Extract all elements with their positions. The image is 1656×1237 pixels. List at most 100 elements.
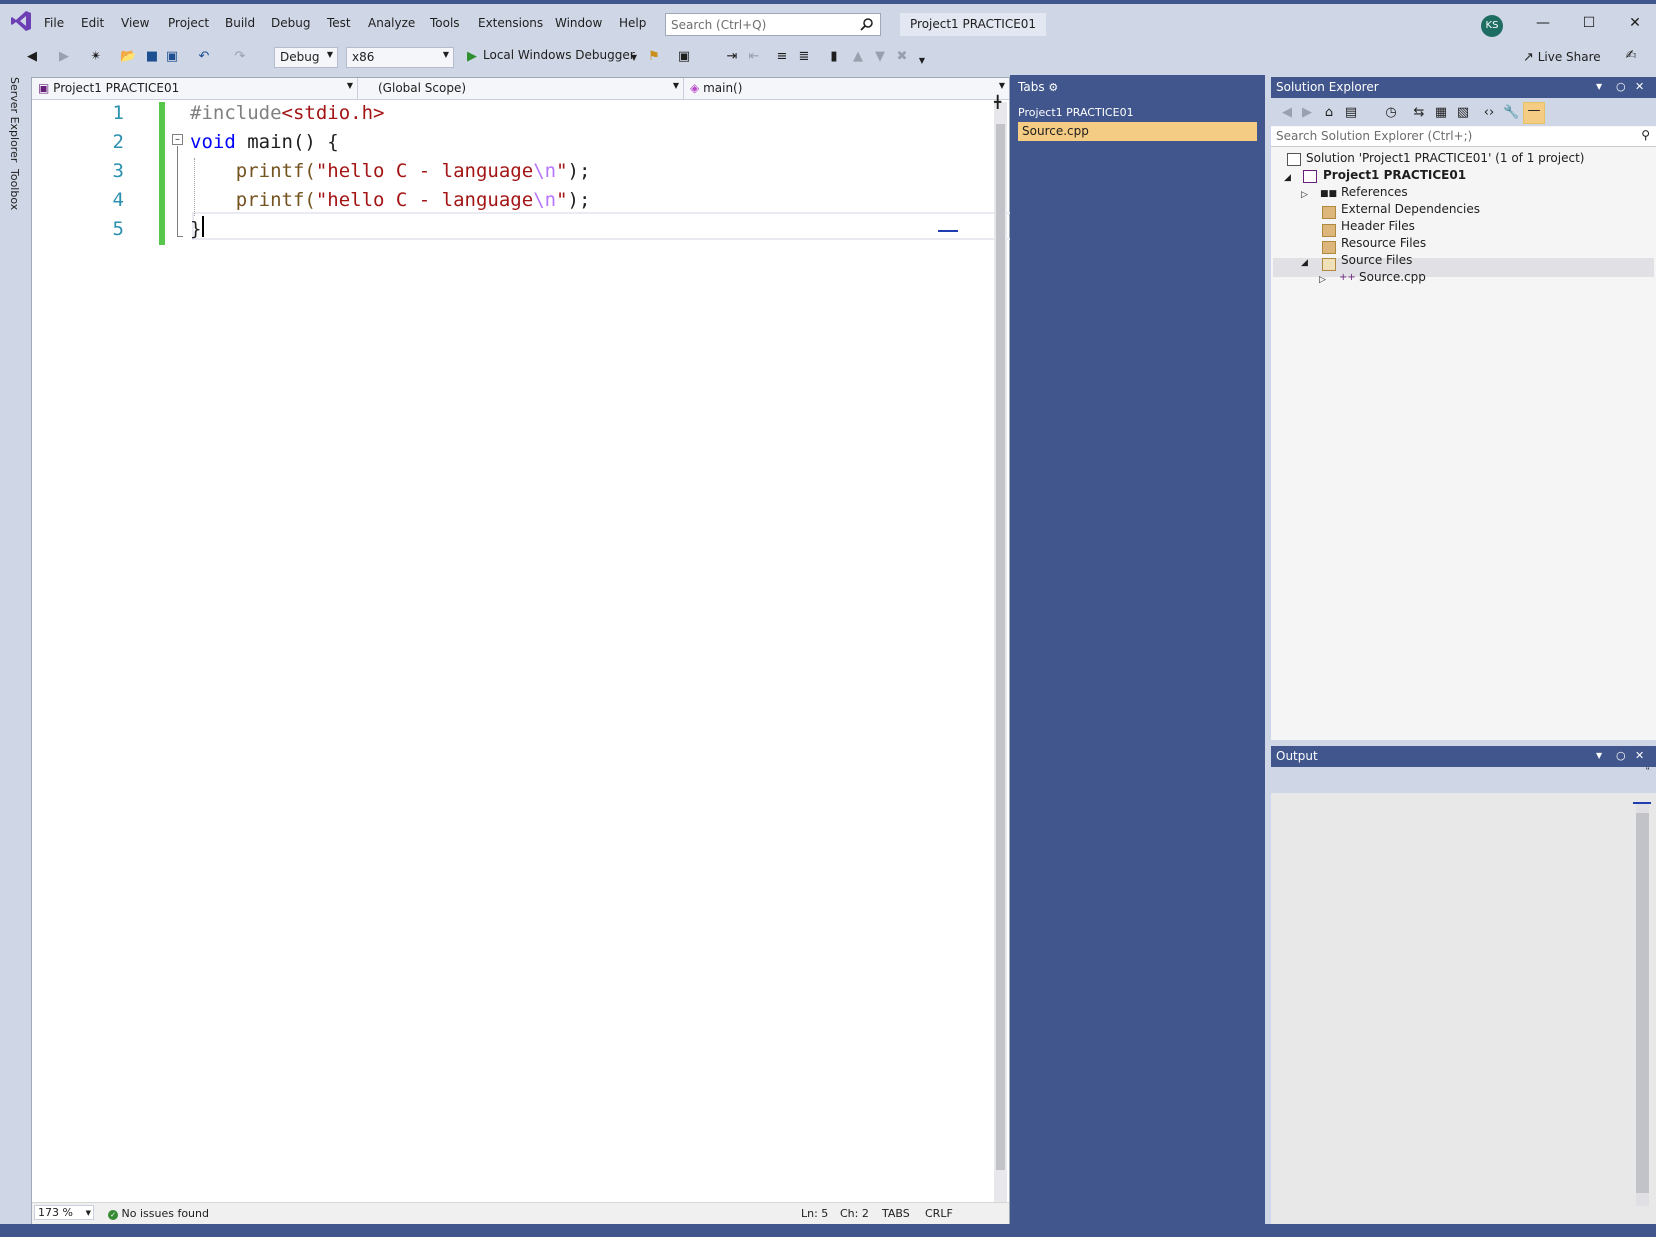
maximize-icon[interactable]: ☐ — [1579, 15, 1599, 35]
indent-mode[interactable]: TABS — [882, 1207, 910, 1220]
menu-build[interactable]: Build — [225, 16, 255, 30]
header-files-node[interactable]: Header Files — [1341, 219, 1415, 233]
code-editor[interactable]: ▣ Project1 PRACTICE01 ▼ (Global Scope) ▼… — [31, 77, 1021, 1224]
forward-icon[interactable]: ▶ — [1299, 105, 1315, 121]
split-window-icon[interactable]: ╋ — [994, 95, 1001, 109]
toolbar-overflow-icon[interactable]: ‟ — [1645, 767, 1650, 777]
switch-views-icon[interactable]: ▤ — [1343, 105, 1359, 121]
code-line[interactable]: } — [190, 218, 201, 240]
cpp-file-icon: ++ — [1339, 272, 1356, 283]
close-panel-icon[interactable]: ✕ — [1635, 80, 1644, 93]
menu-analyze[interactable]: Analyze — [368, 16, 415, 30]
collapse-icon[interactable]: – — [172, 134, 183, 145]
user-avatar[interactable]: KS — [1481, 15, 1503, 37]
expanded-arrow-icon[interactable]: ◢ — [1301, 258, 1308, 268]
project-node[interactable]: Project1 PRACTICE01 — [1323, 168, 1466, 182]
references-node[interactable]: References — [1341, 185, 1408, 199]
show-all-files-icon[interactable]: ▧ — [1455, 105, 1471, 121]
toolbar-overflow-icon[interactable]: ▼ — [914, 53, 930, 69]
open-file-icon[interactable]: 📂 — [120, 49, 136, 65]
search-box[interactable]: Search (Ctrl+Q) — [665, 13, 881, 36]
member-dropdown[interactable]: ◈ main() ▼ — [684, 78, 1009, 99]
solution-node-label: Solution 'Project1 PRACTICE01' (1 of 1 p… — [1306, 151, 1585, 165]
close-panel-icon[interactable]: ✕ — [1635, 749, 1644, 762]
scrollbar-thumb[interactable] — [996, 124, 1005, 1170]
project-dropdown[interactable]: ▣ Project1 PRACTICE01 ▼ — [32, 78, 358, 99]
collapsed-arrow-icon[interactable]: ▷ — [1319, 275, 1326, 285]
tab-source-cpp[interactable]: Source.cpp — [1018, 122, 1257, 141]
solution-node[interactable]: Solution 'Project1 PRACTICE01' (1 of 1 p… — [1306, 151, 1584, 165]
solution-platform-dropdown[interactable]: x86 ▼ — [346, 47, 454, 68]
find-in-files-icon[interactable]: ⚑ — [646, 49, 662, 65]
window-position-icon[interactable]: ▼ — [1596, 751, 1602, 760]
menu-project[interactable]: Project — [168, 16, 209, 30]
resource-files-node[interactable]: Resource Files — [1341, 236, 1426, 250]
properties-icon[interactable]: 🔧 — [1503, 105, 1519, 121]
home-icon[interactable]: ⌂ — [1321, 105, 1337, 121]
toolbox-tab[interactable]: Toolbox — [8, 169, 21, 210]
menu-file[interactable]: File — [44, 16, 64, 30]
collapse-all-icon[interactable]: ▦ — [1433, 105, 1449, 121]
minimize-icon[interactable]: — — [1533, 15, 1553, 35]
code-line[interactable]: printf("hello C - language\n"); — [190, 160, 591, 182]
comment-icon[interactable]: ≡ — [774, 49, 790, 65]
menu-window[interactable]: Window — [555, 16, 602, 30]
window-position-icon[interactable]: ▼ — [1596, 82, 1602, 91]
pending-changes-filter-icon[interactable]: ◷ — [1383, 105, 1399, 121]
external-dependencies-node[interactable]: External Dependencies — [1341, 202, 1480, 216]
step-into-icon[interactable]: ⇥ — [724, 49, 740, 65]
previous-bookmark-icon[interactable]: ▲ — [850, 49, 866, 65]
code-line[interactable]: #include<stdio.h> — [190, 102, 384, 124]
preview-selected-items-icon[interactable]: — — [1523, 102, 1545, 124]
solution-explorer-title: Solution Explorer — [1276, 80, 1379, 94]
menu-view[interactable]: View — [121, 16, 149, 30]
debugger-dropdown-icon[interactable]: ▼ — [626, 50, 642, 66]
live-share-button[interactable]: ↗ Live Share — [1523, 50, 1601, 65]
undo-icon[interactable]: ↶ — [196, 49, 212, 65]
browser-link-icon[interactable]: ▣ — [676, 49, 692, 65]
back-icon[interactable]: ◀ — [1279, 105, 1295, 121]
code-line[interactable]: void main() { — [190, 131, 339, 153]
output-text-area[interactable] — [1271, 793, 1656, 1224]
pin-icon[interactable]: ○ — [1616, 80, 1626, 93]
navigate-forward-icon[interactable]: ▶ — [56, 49, 72, 65]
output-toolbar: ‟ — [1271, 767, 1656, 793]
close-icon[interactable]: ✕ — [1625, 15, 1645, 35]
save-all-icon[interactable]: ▣ — [164, 49, 180, 65]
clear-bookmarks-icon[interactable]: ✖ — [894, 49, 910, 65]
sync-icon[interactable]: ⇆ — [1411, 105, 1427, 121]
scrollbar-thumb[interactable] — [1636, 813, 1649, 1193]
bookmark-icon[interactable]: ▮ — [826, 49, 842, 65]
save-icon[interactable]: ■ — [144, 49, 160, 65]
menu-help[interactable]: Help — [619, 16, 646, 30]
menu-edit[interactable]: Edit — [81, 16, 104, 30]
source-cpp-node[interactable]: Source.cpp — [1359, 270, 1426, 284]
scope-dropdown[interactable]: (Global Scope) ▼ — [358, 78, 684, 99]
step-out-icon[interactable]: ⇤ — [746, 49, 762, 65]
gear-icon[interactable]: ⚙ — [1048, 81, 1058, 94]
check-icon: ✓ — [108, 1210, 118, 1220]
navigate-back-icon[interactable]: ◀ — [24, 49, 40, 65]
pin-icon[interactable]: ○ — [1616, 749, 1626, 762]
code-line[interactable]: printf("hello C - language\n"); — [190, 189, 591, 211]
menu-debug[interactable]: Debug — [271, 16, 310, 30]
line-ending[interactable]: CRLF — [925, 1207, 953, 1220]
solution-search-box[interactable]: Search Solution Explorer (Ctrl+;) ⚲ — [1271, 127, 1656, 147]
collapsed-arrow-icon[interactable]: ▷ — [1301, 190, 1308, 200]
uncomment-icon[interactable]: ≣ — [796, 49, 812, 65]
solution-configuration-dropdown[interactable]: Debug ▼ — [274, 47, 338, 68]
menu-tools[interactable]: Tools — [430, 16, 460, 30]
expanded-arrow-icon[interactable]: ◢ — [1284, 173, 1291, 183]
menu-extensions[interactable]: Extensions — [478, 16, 543, 30]
redo-icon[interactable]: ↷ — [232, 49, 248, 65]
source-files-node[interactable]: Source Files — [1341, 253, 1412, 267]
zoom-dropdown[interactable]: 173 % ▼ — [34, 1205, 94, 1220]
server-explorer-tab[interactable]: Server Explorer — [8, 77, 21, 162]
start-debugging-icon[interactable]: ▶ — [464, 49, 480, 65]
view-code-icon[interactable]: ‹› — [1481, 105, 1497, 121]
issues-indicator[interactable]: ✓ No issues found — [108, 1207, 209, 1220]
next-bookmark-icon[interactable]: ▼ — [872, 49, 888, 65]
menu-test[interactable]: Test — [327, 16, 351, 30]
new-project-icon[interactable]: ✴ — [88, 49, 104, 65]
feedback-icon[interactable]: ✍ — [1623, 48, 1639, 64]
